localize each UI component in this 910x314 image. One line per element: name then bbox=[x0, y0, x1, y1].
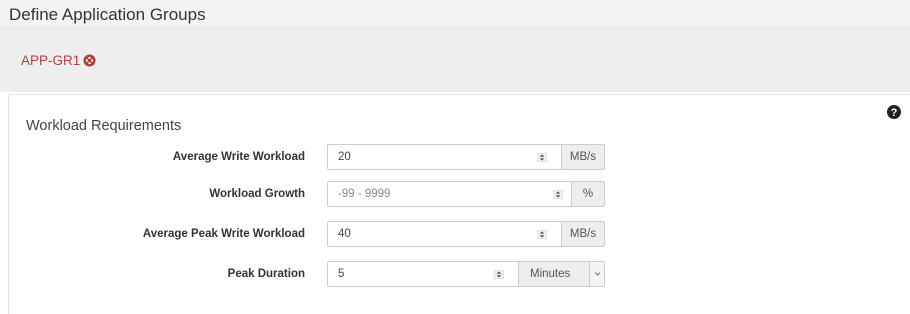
percent-unit-addon: % bbox=[571, 181, 605, 207]
group-tab-app-gr1[interactable]: APP-GR1 bbox=[21, 50, 96, 70]
peak-duration-label: Peak Duration bbox=[227, 268, 305, 280]
workload-growth-label: Workload Growth bbox=[209, 188, 305, 200]
spinner-icon[interactable] bbox=[494, 270, 504, 279]
spinner-icon[interactable] bbox=[537, 153, 547, 162]
group-tabs: APP-GR1 bbox=[0, 28, 910, 92]
section-title: Workload Requirements bbox=[26, 118, 182, 134]
remove-circle-icon[interactable] bbox=[83, 53, 96, 67]
duration-unit-selected[interactable]: Minutes bbox=[530, 268, 570, 280]
average-write-workload-label: Average Write Workload bbox=[172, 151, 305, 163]
workload-growth-input[interactable]: -99 - 9999 % bbox=[327, 181, 605, 207]
svg-text:?: ? bbox=[891, 107, 898, 119]
page-title: Define Application Groups bbox=[9, 5, 206, 24]
mbps-unit-addon: MB/s bbox=[561, 221, 605, 247]
page-header: Define Application Groups bbox=[0, 0, 910, 28]
workload-panel: ? Workload Requirements Average Write Wo… bbox=[8, 94, 910, 314]
average-peak-write-workload-label: Average Peak Write Workload bbox=[142, 228, 305, 240]
question-circle-icon[interactable]: ? bbox=[887, 105, 901, 119]
peak-duration-input[interactable]: 5 Minutes bbox=[327, 261, 605, 287]
average-peak-write-workload-input[interactable]: 40 MB/s bbox=[327, 221, 605, 247]
average-write-workload-input[interactable]: 20 MB/s bbox=[327, 144, 605, 170]
mbps-unit-addon: MB/s bbox=[561, 144, 605, 170]
average-write-workload-value[interactable]: 20 bbox=[338, 151, 351, 163]
spinner-icon[interactable] bbox=[537, 230, 547, 239]
duration-unit-select[interactable]: Minutes bbox=[518, 261, 605, 287]
workload-growth-placeholder[interactable]: -99 - 9999 bbox=[338, 188, 390, 200]
spinner-icon[interactable] bbox=[553, 190, 563, 199]
group-label[interactable]: APP-GR1 bbox=[21, 53, 80, 68]
chevron-down-icon[interactable] bbox=[589, 262, 604, 286]
peak-duration-value[interactable]: 5 bbox=[338, 268, 344, 280]
average-peak-write-workload-value[interactable]: 40 bbox=[338, 228, 351, 240]
